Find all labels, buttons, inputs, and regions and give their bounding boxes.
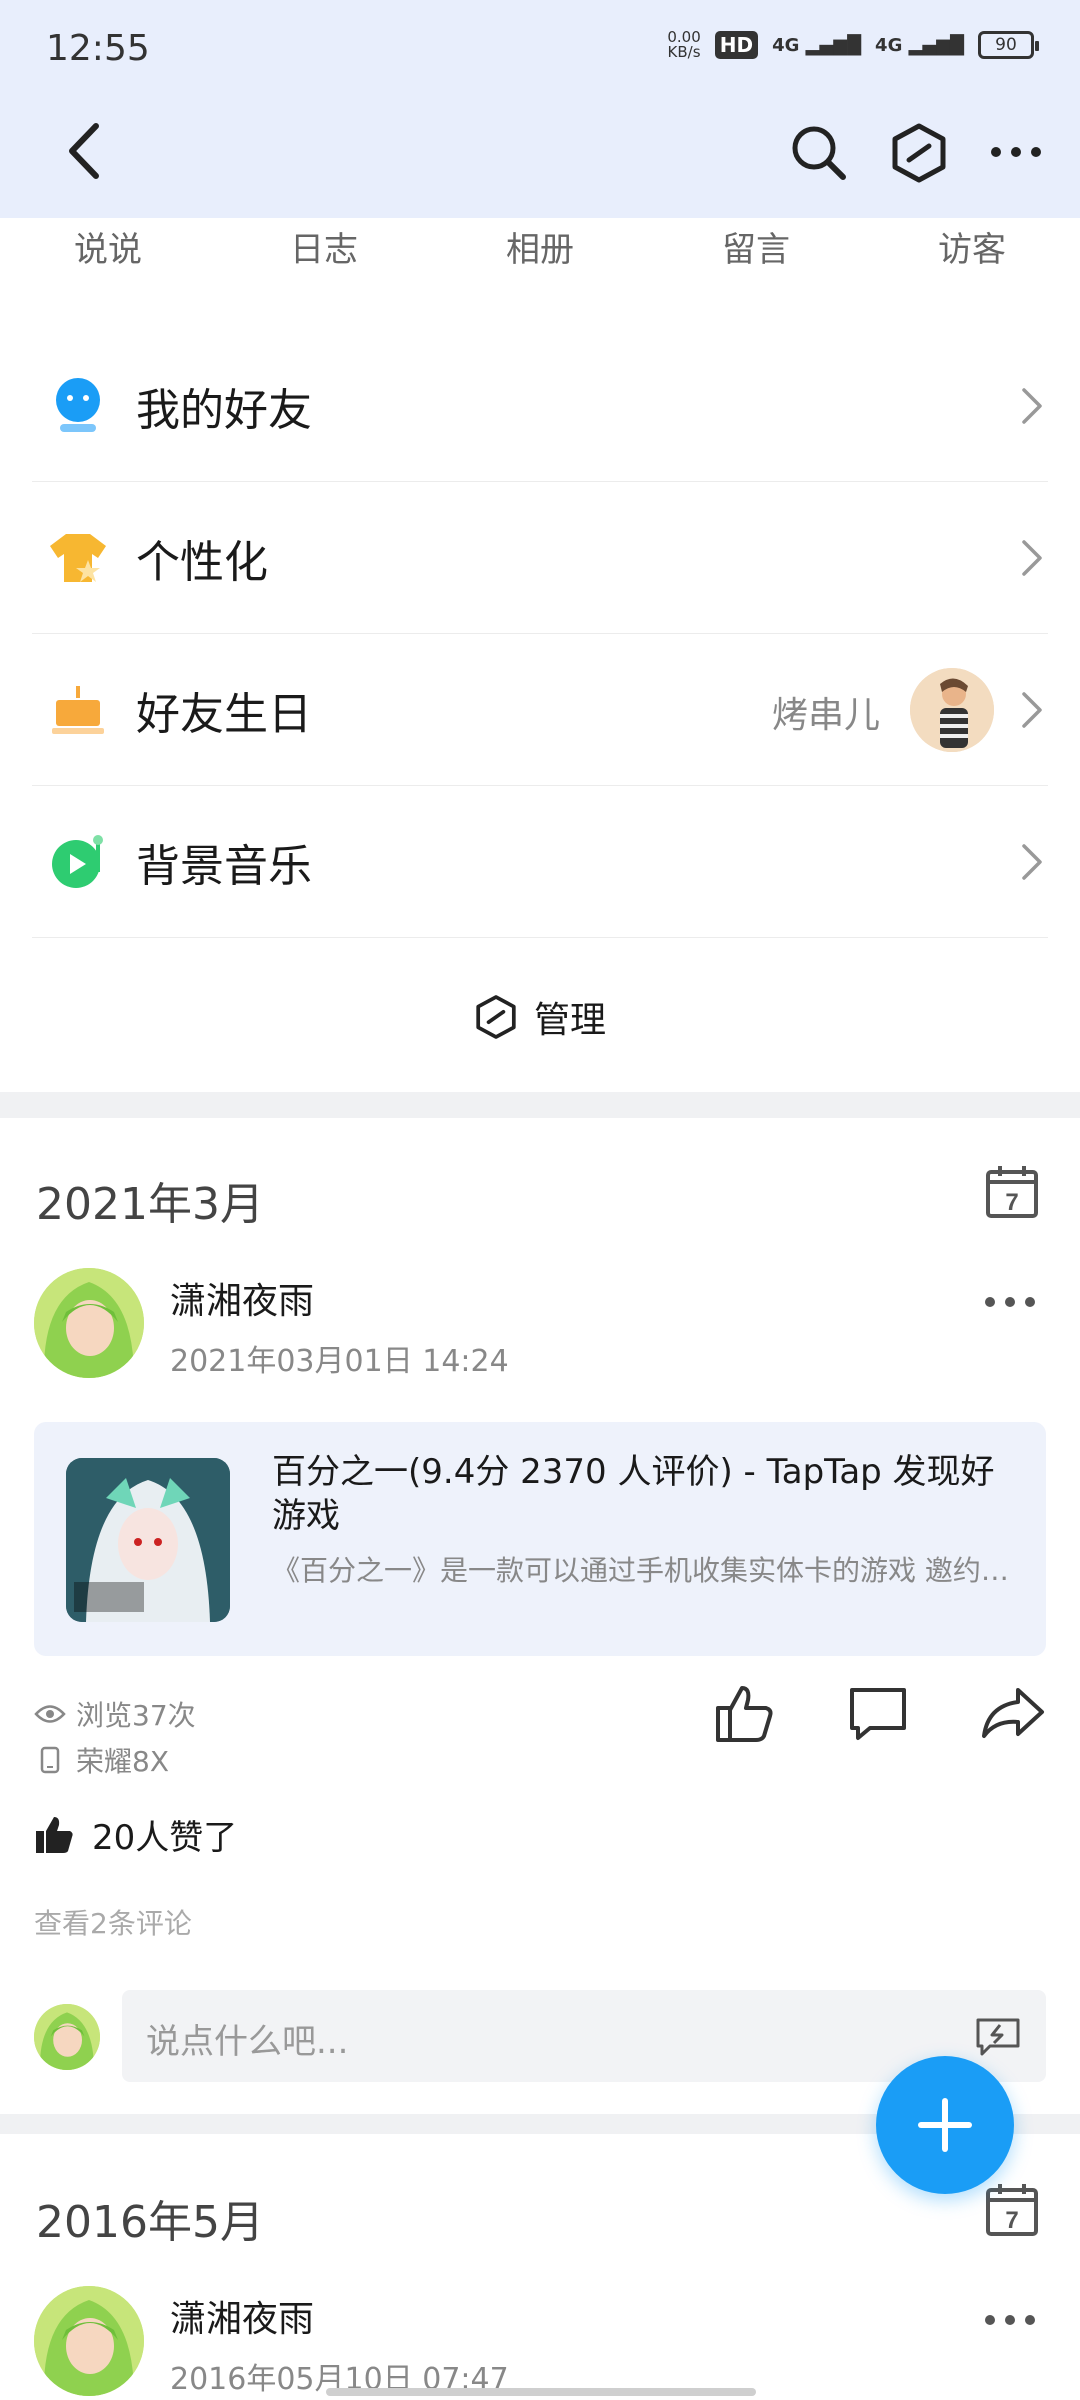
friends-icon xyxy=(46,374,110,438)
shared-link-title: 百分之一(9.4分 2370 人评价) - TapTap 发现好游戏 xyxy=(272,1452,995,1536)
month-header: 2021年3月 xyxy=(36,1179,264,1230)
stat-diary[interactable]: 日志 xyxy=(216,222,432,282)
tshirt-icon xyxy=(46,526,110,590)
calendar-icon[interactable]: 7 xyxy=(984,2182,1040,2238)
manage-label: 管理 xyxy=(533,1000,606,1041)
quick-reply-icon[interactable] xyxy=(974,2016,1022,2056)
menu-item-friends[interactable]: 我的好友 xyxy=(32,330,1048,482)
menu-label-music: 背景音乐 xyxy=(136,840,312,892)
more-icon[interactable] xyxy=(984,1290,1036,1314)
chevron-right-icon xyxy=(1022,692,1042,728)
home-indicator[interactable] xyxy=(326,2388,756,2396)
likes-summary[interactable]: 20人赞了 xyxy=(34,1810,237,1859)
stat-visitors[interactable]: 访客 xyxy=(864,222,1080,282)
shared-link-card[interactable]: 百分之一(9.4分 2370 人评价) - TapTap 发现好游戏 《百分之一… xyxy=(34,1422,1046,1656)
search-icon[interactable] xyxy=(788,122,848,182)
menu-item-personalize[interactable]: 个性化 xyxy=(32,482,1048,634)
add-post-button[interactable] xyxy=(876,2056,1014,2194)
birthday-friend-avatar xyxy=(910,668,994,752)
post-author-avatar[interactable] xyxy=(34,2286,144,2396)
hd-icon: HD xyxy=(714,31,759,59)
stat-album[interactable]: 相册 xyxy=(432,222,648,282)
post-author-name[interactable]: 潇湘夜雨 xyxy=(170,2290,314,2342)
cube-icon xyxy=(476,995,516,1039)
stat-shuoshuo[interactable]: 说说 xyxy=(0,222,216,282)
menu-item-birthday[interactable]: 好友生日 烤串儿 xyxy=(32,634,1048,786)
signal-icon: 4G ▂▄▆█ xyxy=(772,34,862,56)
network-speed: 0.00 KB/s xyxy=(667,28,701,61)
more-icon[interactable] xyxy=(988,136,1044,168)
more-icon[interactable] xyxy=(984,2308,1036,2332)
calendar-icon[interactable]: 7 xyxy=(984,1164,1040,1220)
shared-link-thumbnail xyxy=(66,1458,230,1622)
chevron-right-icon xyxy=(1022,540,1042,576)
my-avatar xyxy=(34,2004,100,2070)
status-time: 12:55 xyxy=(46,28,150,69)
month-header: 2016年5月 xyxy=(36,2197,264,2248)
birthday-friend-name: 烤串儿 xyxy=(771,695,880,736)
menu-list: 我的好友 个性化 好友生日 烤串儿 背景音乐 xyxy=(0,330,1080,938)
post-device: 荣耀8X xyxy=(34,1740,169,1780)
comment-placeholder: 说点什么吧... xyxy=(146,2022,349,2062)
eye-icon xyxy=(34,1705,66,1723)
menu-item-music[interactable]: 背景音乐 xyxy=(32,786,1048,938)
profile-stats: 说说 日志 相册 留言 访客 xyxy=(0,222,1080,282)
menu-label-birthday: 好友生日 xyxy=(136,688,312,740)
plus-icon xyxy=(918,2098,972,2152)
music-icon xyxy=(46,830,110,894)
chevron-right-icon xyxy=(1022,388,1042,424)
phone-icon xyxy=(40,1746,60,1774)
cake-icon xyxy=(46,678,110,742)
manage-button[interactable]: 管理 xyxy=(0,942,1080,1092)
menu-label-friends: 我的好友 xyxy=(136,384,312,436)
menu-label-personalize: 个性化 xyxy=(136,536,268,588)
view-comments-link[interactable]: 查看2条评论 xyxy=(34,1902,192,1942)
post-author-avatar[interactable] xyxy=(34,1268,144,1378)
top-header: 12:55 0.00 KB/s HD 4G ▂▄▆█ 4G ▂▄▆█ 90 xyxy=(0,0,1080,218)
back-icon[interactable] xyxy=(62,118,110,184)
status-icons: 0.00 KB/s HD 4G ▂▄▆█ 4G ▂▄▆█ 90 xyxy=(667,28,1039,61)
shared-link-description: 《百分之一》是一款可以通过手机收集实体卡的游戏 邀约国内外一线绘画艺术家与知名画… xyxy=(272,1554,1012,1587)
like-icon[interactable] xyxy=(712,1682,774,1744)
battery-icon: 90 xyxy=(978,31,1039,59)
comment-icon[interactable] xyxy=(846,1684,910,1742)
section-divider xyxy=(0,1092,1080,1118)
svg-text:7: 7 xyxy=(1005,1189,1018,1216)
svg-text:7: 7 xyxy=(1005,2207,1018,2234)
post-author-name[interactable]: 潇湘夜雨 xyxy=(170,1272,314,1324)
cube-icon[interactable] xyxy=(890,122,948,184)
share-icon[interactable] xyxy=(980,1684,1046,1742)
stat-messages[interactable]: 留言 xyxy=(648,222,864,282)
post-views: 浏览37次 xyxy=(34,1694,196,1734)
chevron-right-icon xyxy=(1022,844,1042,880)
signal-icon-2: 4G ▂▄▆█ xyxy=(875,34,964,56)
thumbs-up-icon xyxy=(36,1816,73,1853)
post-time: 2021年03月01日 14:24 xyxy=(170,1344,509,1379)
